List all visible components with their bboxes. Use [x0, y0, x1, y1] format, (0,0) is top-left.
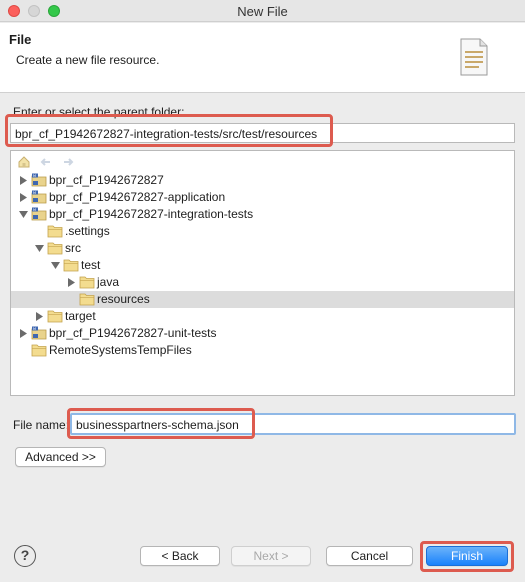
window-title: New File — [237, 4, 288, 19]
cancel-button[interactable]: Cancel — [326, 546, 413, 566]
folder-icon — [63, 259, 79, 272]
wizard-title: File — [9, 32, 32, 47]
tree-item-bpr-integration-tests[interactable]: M bpr_cf_P1942672827-integration-tests — [11, 206, 514, 223]
next-button: Next > — [231, 546, 311, 566]
new-file-wizard-icon — [460, 38, 488, 76]
folder-icon — [79, 276, 95, 289]
maven-project-icon: M — [31, 326, 47, 340]
wizard-description: Create a new file resource. — [16, 53, 160, 67]
maven-project-icon: M — [31, 173, 47, 187]
forward-arrow-icon — [64, 158, 74, 166]
tree-item-target[interactable]: target — [11, 308, 514, 325]
tree-item-settings[interactable]: .settings — [11, 223, 514, 240]
tree-item-test[interactable]: test — [11, 257, 514, 274]
svg-text:M: M — [33, 191, 36, 195]
tree-item-src[interactable]: src — [11, 240, 514, 257]
expand-icon[interactable] — [67, 278, 76, 287]
title-bar: New File — [0, 0, 525, 22]
tree-item-label: bpr_cf_P1942672827-unit-tests — [49, 326, 217, 340]
svg-text:M: M — [33, 327, 36, 331]
tree-item-label: RemoteSystemsTempFiles — [49, 343, 192, 357]
back-button[interactable]: < Back — [140, 546, 220, 566]
expand-icon[interactable] — [19, 329, 28, 338]
tree-item-bpr-unit-tests[interactable]: M bpr_cf_P1942672827-unit-tests — [11, 325, 514, 342]
expand-icon[interactable] — [19, 176, 28, 185]
tree-item-label: src — [65, 241, 81, 255]
folder-icon — [47, 242, 63, 255]
home-icon[interactable] — [17, 155, 31, 169]
folder-icon — [79, 293, 95, 306]
folder-icon — [47, 225, 63, 238]
collapse-icon[interactable] — [35, 244, 44, 253]
advanced-button[interactable]: Advanced >> — [15, 447, 106, 467]
tree-item-label: bpr_cf_P1942672827-integration-tests — [49, 207, 254, 221]
file-name-label: File name: — [13, 418, 70, 432]
tree-item-label: resources — [97, 292, 150, 306]
tree-item-label: .settings — [65, 224, 110, 238]
folder-icon — [47, 310, 63, 323]
tree-item-resources[interactable]: resources — [11, 291, 514, 308]
highlight-parent-folder — [5, 114, 333, 147]
back-arrow-icon — [40, 158, 50, 166]
svg-text:M: M — [33, 174, 36, 178]
tree-toolbar — [15, 153, 95, 171]
collapse-icon[interactable] — [51, 261, 60, 270]
highlight-finish — [420, 541, 514, 572]
svg-text:M: M — [33, 208, 36, 212]
tree-item-label: bpr_cf_P1942672827-application — [49, 190, 226, 204]
help-icon[interactable]: ? — [14, 545, 36, 567]
tree-item-bpr[interactable]: M bpr_cf_P1942672827 — [11, 172, 514, 189]
highlight-file-name — [67, 408, 255, 439]
folder-tree[interactable]: M bpr_cf_P1942672827 M bpr_cf_P194267282… — [10, 150, 515, 396]
tree-item-label: test — [81, 258, 101, 272]
maven-project-icon: M — [31, 190, 47, 204]
tree-item-bpr-application[interactable]: M bpr_cf_P1942672827-application — [11, 189, 514, 206]
tree-item-remote-systems[interactable]: RemoteSystemsTempFiles — [11, 342, 514, 359]
expand-icon[interactable] — [35, 312, 44, 321]
maven-project-icon: M — [31, 207, 47, 221]
wizard-header: File Create a new file resource. — [0, 23, 525, 93]
tree-item-java[interactable]: java — [11, 274, 514, 291]
collapse-icon[interactable] — [19, 210, 28, 219]
folder-icon — [31, 344, 47, 357]
tree-item-label: bpr_cf_P1942672827 — [49, 173, 164, 187]
tree-item-label: java — [97, 275, 120, 289]
expand-icon[interactable] — [19, 193, 28, 202]
tree-item-label: target — [65, 309, 96, 323]
